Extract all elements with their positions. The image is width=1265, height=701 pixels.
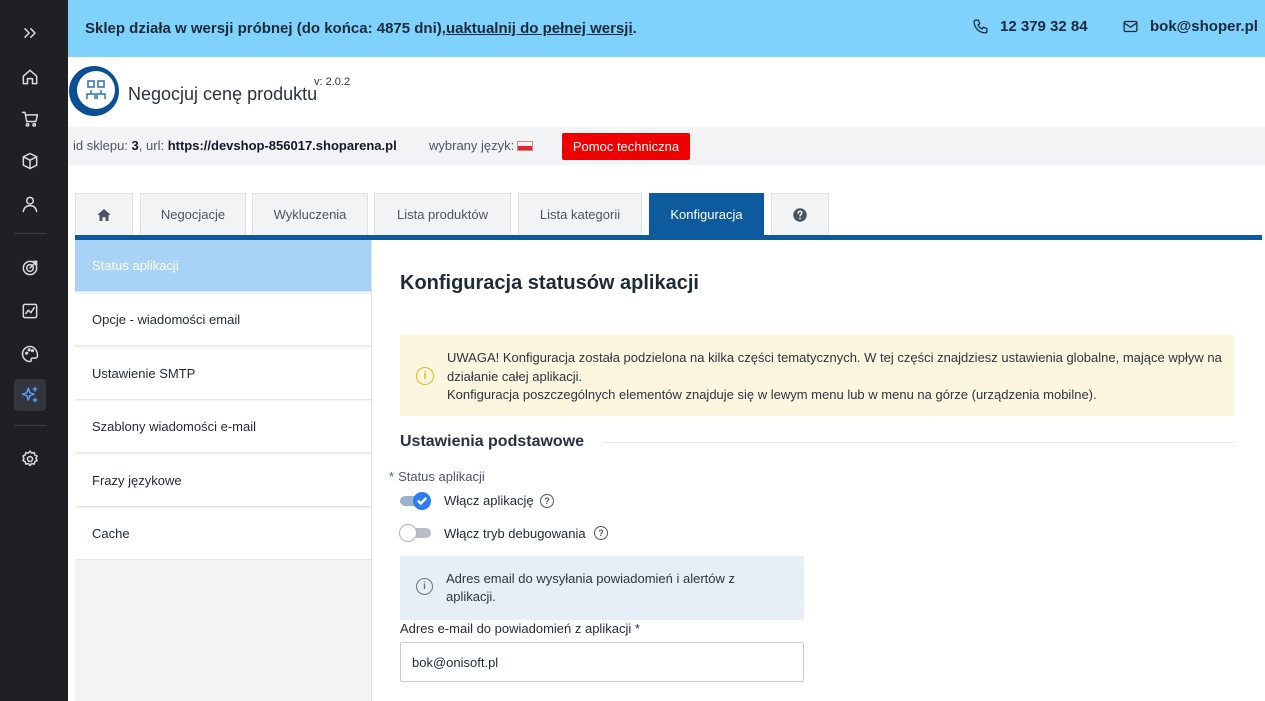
help-circle-icon[interactable]: ? — [594, 526, 608, 540]
target-icon[interactable] — [14, 252, 46, 284]
warning-icon: i — [416, 367, 434, 385]
phone-icon — [973, 19, 988, 34]
menu-divider — [371, 240, 372, 701]
trial-notice: Sklep działa w wersji próbnej (do końca:… — [85, 20, 446, 37]
menu-item-frazy[interactable]: Frazy językowe — [75, 455, 371, 507]
section-divider — [603, 442, 1234, 443]
info-box: i Adres email do wysyłania powiadomień i… — [400, 556, 804, 620]
menu-item-status-aplikacji[interactable]: Status aplikacji — [75, 240, 371, 292]
app-version: v: 2.0.2 — [314, 76, 351, 88]
enable-app-toggle[interactable] — [400, 492, 431, 510]
required-mark: * — [389, 469, 395, 484]
cart-icon[interactable] — [14, 103, 46, 135]
tab-konfiguracja[interactable]: Konfiguracja — [649, 193, 764, 235]
email-contact[interactable]: bok@shoper.pl — [1122, 18, 1258, 35]
warning-text: UWAGA! Konfiguracja została podzielona n… — [447, 349, 1227, 405]
help-circle-icon[interactable]: ? — [540, 494, 554, 508]
language-label: wybrany język: — [429, 138, 515, 153]
trial-notice-suffix: . — [632, 20, 637, 37]
warning-line: UWAGA! Konfiguracja została podzielona n… — [447, 350, 1222, 365]
menu-item-opcje-email[interactable]: Opcje - wiadomości email — [75, 294, 371, 346]
phone-number: 12 379 32 84 — [1000, 18, 1088, 35]
tech-support-button[interactable]: Pomoc techniczna — [562, 133, 690, 160]
chart-icon[interactable] — [14, 295, 46, 327]
menu-item-smtp[interactable]: Ustawienie SMTP — [75, 348, 371, 400]
status-field-label: * Status aplikacji — [389, 469, 485, 484]
menu-item-cache[interactable]: Cache — [75, 508, 371, 560]
rail-divider — [14, 233, 46, 234]
page-title: Konfiguracja statusów aplikacji — [400, 272, 699, 294]
menu-item-szablony[interactable]: Szablony wiadomości e-mail — [75, 401, 371, 453]
app-rail — [0, 0, 68, 701]
shop-info: id sklepu: 3, url: https://devshop-85601… — [73, 138, 397, 153]
tab-lista-kategorii[interactable]: Lista kategorii — [518, 193, 642, 235]
home-icon[interactable] — [14, 61, 46, 93]
shop-url: https://devshop-856017.shoparena.pl — [167, 138, 397, 153]
people-icon — [86, 80, 106, 99]
user-icon[interactable] — [14, 188, 46, 220]
phone-contact[interactable]: 12 379 32 84 — [972, 18, 1088, 35]
warning-line: działanie całej aplikacji. — [447, 368, 583, 384]
warning-box: i UWAGA! Konfiguracja została podzielona… — [400, 335, 1234, 416]
support-email: bok@shoper.pl — [1150, 18, 1258, 35]
debug-mode-label: Włącz tryb debugowania — [444, 526, 586, 541]
tab-home[interactable] — [75, 193, 133, 235]
gear-icon[interactable] — [14, 443, 46, 475]
home-icon — [97, 208, 111, 221]
enable-app-label: Włącz aplikację — [444, 493, 534, 508]
expand-icon[interactable] — [14, 17, 46, 49]
upgrade-link[interactable]: uaktualnij do pełnej wersji — [446, 20, 633, 37]
shop-id: 3 — [131, 138, 139, 153]
info-text: Adres email do wysyłania powiadomień i a… — [446, 571, 736, 604]
tab-lista-produktow[interactable]: Lista produktów — [374, 193, 511, 235]
status-label-text: Status aplikacji — [398, 469, 485, 484]
section-title: Ustawienia podstawowe — [400, 433, 585, 450]
app-logo — [69, 66, 119, 116]
tab-negocjacje[interactable]: Negocjacje — [140, 193, 246, 235]
info-icon: i — [416, 578, 433, 595]
mail-icon — [1123, 20, 1138, 33]
debug-mode-toggle[interactable] — [399, 524, 431, 542]
shop-url-label: , url: — [138, 138, 168, 153]
rail-divider — [14, 425, 46, 426]
language-indicator: wybrany język: — [429, 138, 534, 153]
help-icon — [793, 207, 807, 222]
flag-pl-icon — [517, 140, 534, 151]
tab-wykluczenia[interactable]: Wykluczenia — [252, 193, 368, 235]
app-title: Negocjuj cenę produktu — [128, 84, 318, 104]
shop-id-label: id sklepu: — [73, 138, 132, 153]
sparkle-icon[interactable] — [14, 379, 46, 411]
palette-icon[interactable] — [14, 338, 46, 370]
notification-email-input[interactable] — [400, 642, 804, 682]
email-field-label: Adres e-mail do powiadomień z aplikacji … — [400, 621, 640, 636]
tab-help[interactable] — [771, 193, 829, 235]
check-icon — [417, 497, 427, 505]
config-menu: Status aplikacji Opcje - wiadomości emai… — [75, 240, 371, 701]
warning-line: Konfiguracja poszczególnych elementów zn… — [447, 387, 1097, 402]
box-icon[interactable] — [14, 145, 46, 177]
